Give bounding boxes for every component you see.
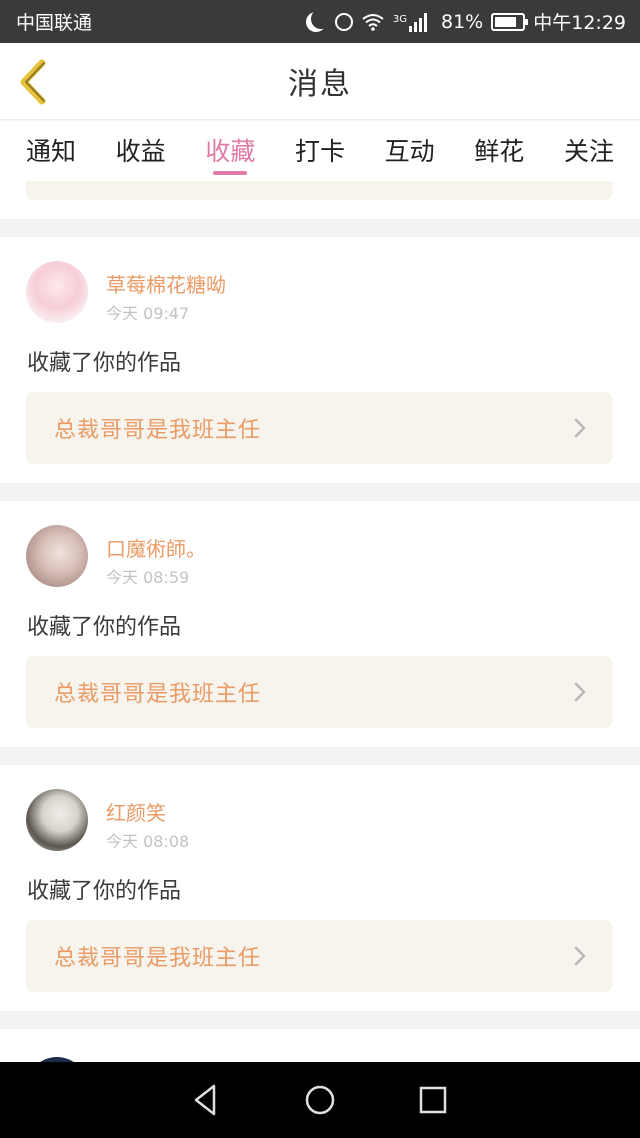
tab-notifications[interactable]: 通知: [26, 121, 76, 181]
work-link[interactable]: 总裁哥哥是我班主任: [26, 392, 613, 464]
action-text: 收藏了你的作品: [27, 615, 182, 640]
tab-favorites[interactable]: 收藏: [205, 121, 255, 181]
timestamp: 今天 09:47: [106, 304, 190, 323]
list-item: 红颜笑 今天 08:08 收藏了你的作品 总裁哥哥是我班主任: [0, 765, 640, 1011]
avatar[interactable]: [26, 261, 88, 323]
wifi-icon: [362, 13, 384, 31]
chevron-right-icon: [574, 418, 586, 438]
carrier-label: 中国联通: [16, 12, 93, 34]
action-text: 收藏了你的作品: [27, 879, 182, 904]
square-recents-icon: [420, 1086, 447, 1114]
divider: [0, 1011, 640, 1029]
list-item-partial: [0, 1029, 640, 1062]
signal-icon: [409, 12, 433, 32]
system-nav-bar: [0, 1062, 640, 1138]
chevron-right-icon: [574, 946, 586, 966]
battery-percent: 81%: [441, 10, 484, 33]
work-link[interactable]: 总裁哥哥是我班主任: [26, 656, 613, 728]
work-link-partial[interactable]: [26, 181, 613, 200]
avatar[interactable]: [26, 525, 88, 587]
battery-fill: [495, 16, 517, 27]
recents-nav-button[interactable]: [413, 1080, 453, 1120]
tab-checkin[interactable]: 打卡: [295, 121, 345, 181]
list-item: 口魔術師。 今天 08:59 收藏了你的作品 总裁哥哥是我班主任: [0, 501, 640, 747]
username[interactable]: 红颜笑: [106, 797, 166, 826]
status-icons: 3G 81% 中午12:29: [305, 8, 626, 35]
tab-bar: 通知 收益 收藏 打卡 互动 鲜花 关注: [0, 121, 640, 181]
tab-following[interactable]: 关注: [564, 121, 614, 181]
page-title: 消息: [288, 67, 352, 102]
username[interactable]: 口魔術師。: [106, 533, 206, 562]
work-title: 总裁哥哥是我班主任: [54, 946, 262, 971]
tab-flowers[interactable]: 鲜花: [474, 121, 524, 181]
clock: 中午12:29: [533, 12, 626, 34]
triangle-back-icon: [194, 1084, 215, 1116]
alarm-icon: [334, 12, 353, 31]
moon-icon: [305, 11, 327, 33]
battery-icon: [491, 12, 529, 31]
network-type: 3G: [392, 14, 407, 25]
work-link[interactable]: 总裁哥哥是我班主任: [26, 920, 613, 992]
work-title: 总裁哥哥是我班主任: [54, 418, 262, 443]
tab-earnings[interactable]: 收益: [116, 121, 166, 181]
divider: [0, 747, 640, 765]
username[interactable]: 草莓棉花糖呦: [106, 269, 226, 298]
divider: [0, 483, 640, 501]
message-feed[interactable]: 草莓棉花糖呦 今天 09:47 收藏了你的作品 总裁哥哥是我班主任 口魔術師。 …: [0, 181, 640, 1062]
status-bar: 中国联通 3G 81% 中午12:29: [0, 0, 640, 43]
tab-interactions[interactable]: 互动: [385, 121, 435, 181]
work-title: 总裁哥哥是我班主任: [54, 682, 262, 707]
timestamp: 今天 08:08: [106, 832, 190, 851]
header: 消息: [0, 43, 640, 120]
back-button[interactable]: [18, 59, 52, 105]
back-nav-button[interactable]: [187, 1080, 227, 1120]
action-text: 收藏了你的作品: [27, 351, 182, 376]
timestamp: 今天 08:59: [106, 568, 190, 587]
list-item: 草莓棉花糖呦 今天 09:47 收藏了你的作品 总裁哥哥是我班主任: [0, 237, 640, 483]
avatar[interactable]: [26, 789, 88, 851]
list-item-partial: [0, 181, 640, 219]
home-nav-button[interactable]: [300, 1080, 340, 1120]
circle-home-icon: [305, 1085, 335, 1115]
divider: [0, 219, 640, 237]
chevron-right-icon: [574, 682, 586, 702]
